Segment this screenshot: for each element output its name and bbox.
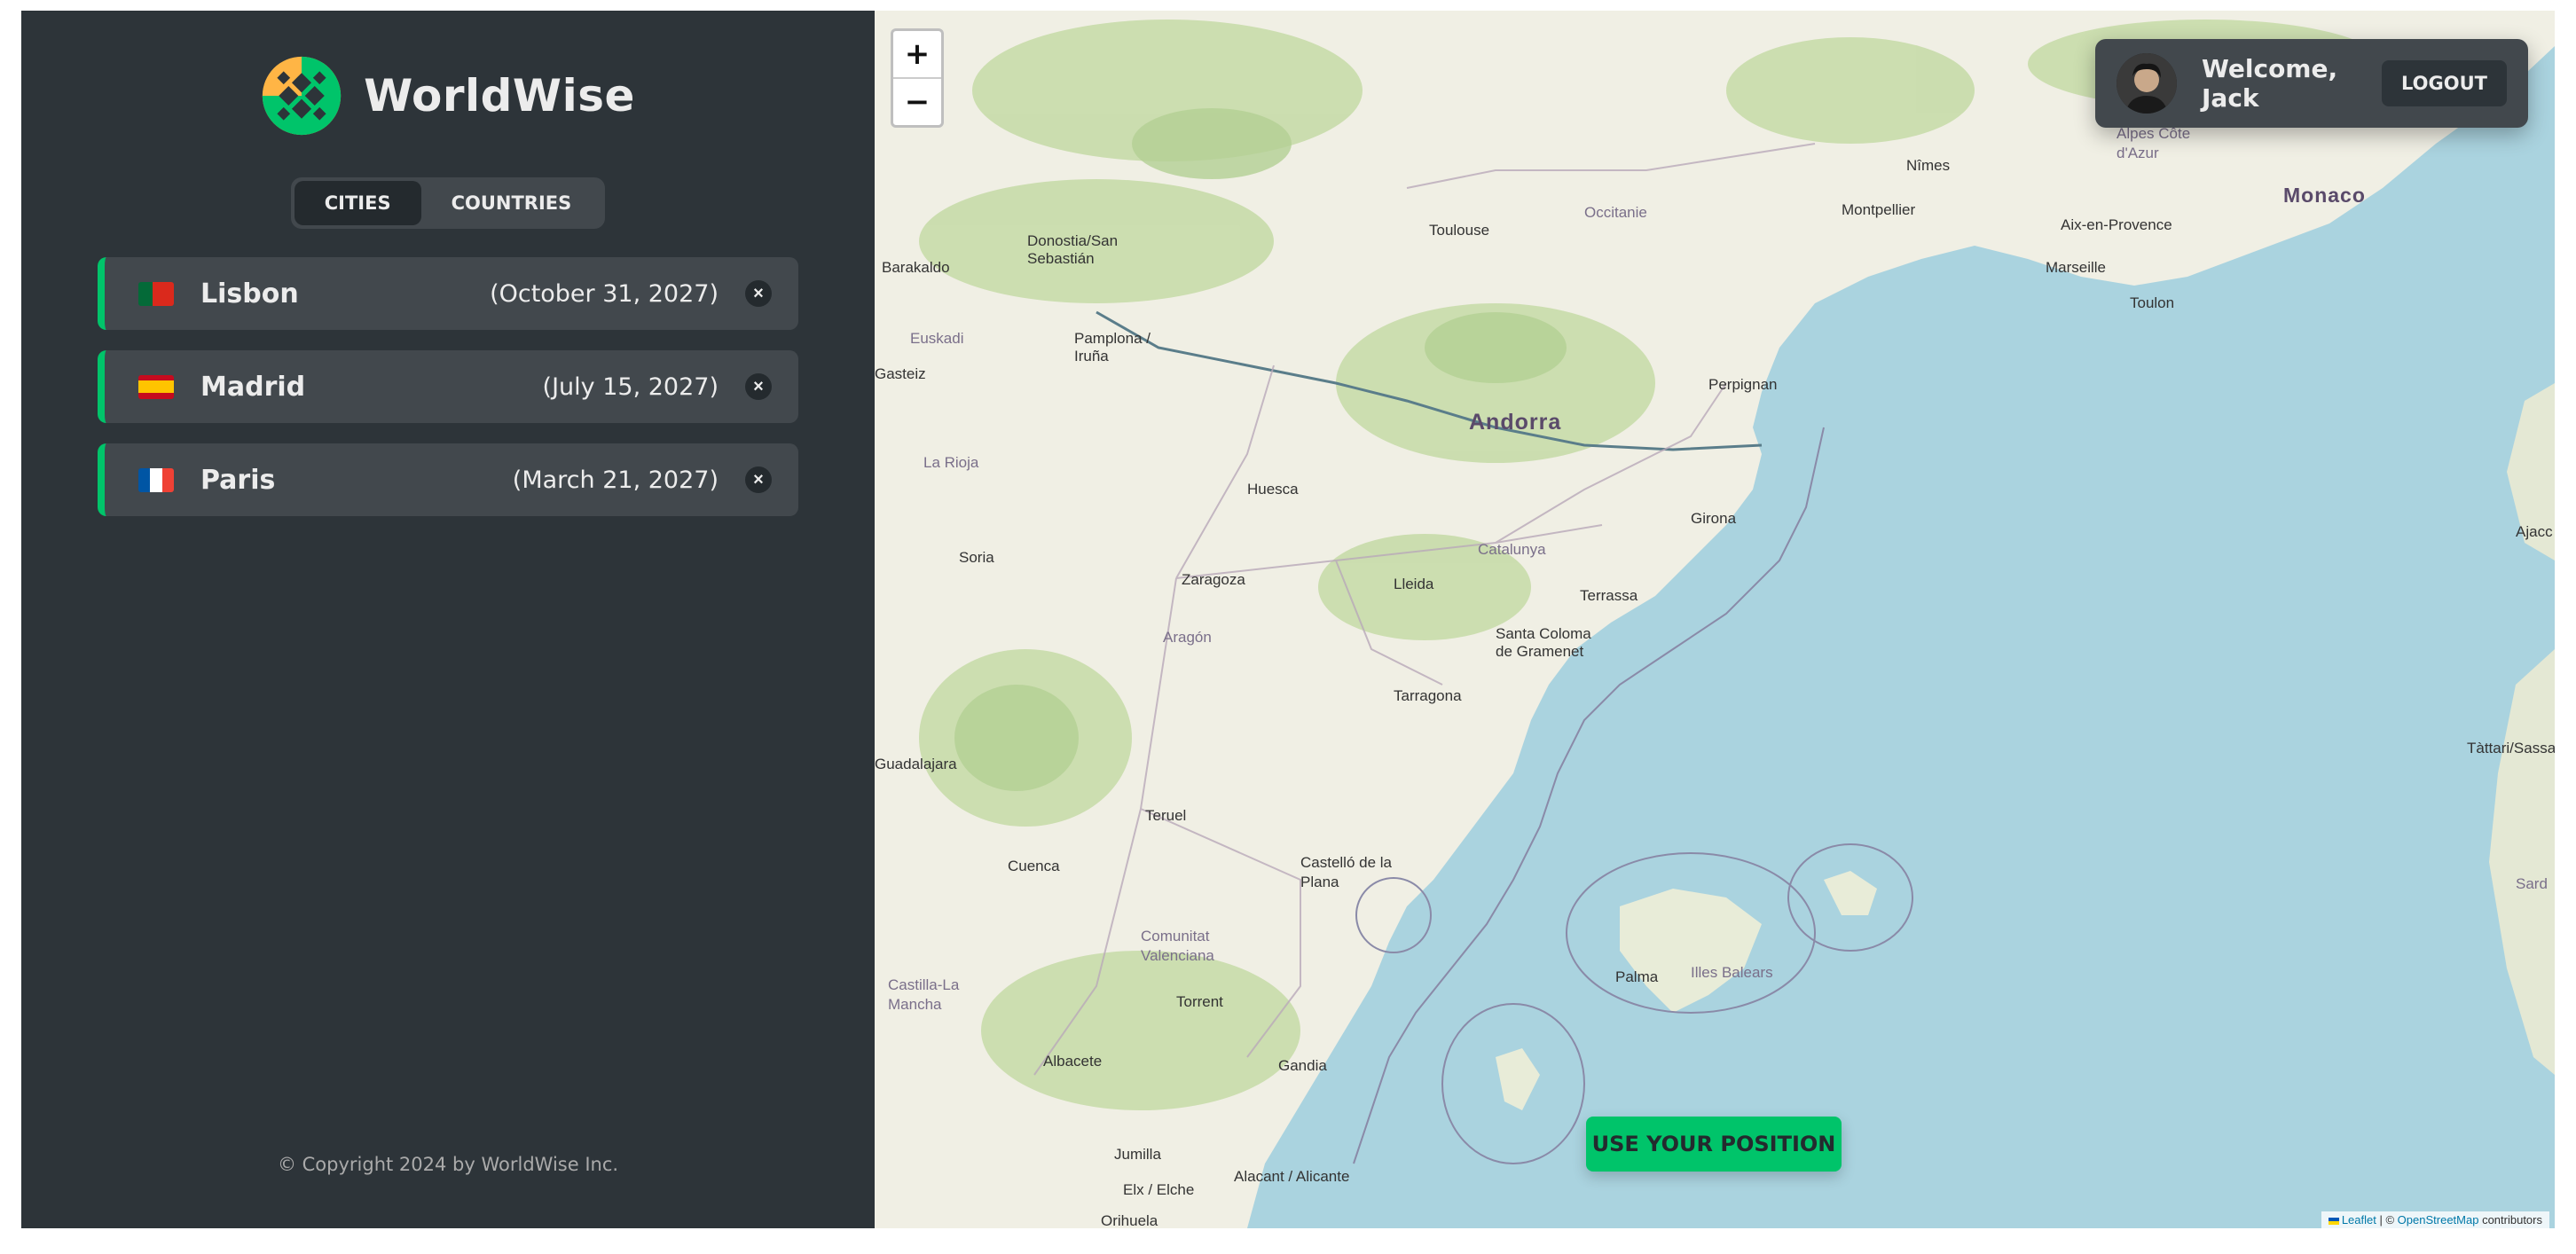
place-label: Terrassa bbox=[1580, 587, 1638, 604]
place-label: Nîmes bbox=[1906, 157, 1951, 174]
zoom-in-button[interactable]: + bbox=[893, 31, 941, 77]
place-label: Girona bbox=[1691, 510, 1737, 527]
portugal-flag-icon bbox=[138, 281, 174, 306]
place-label: Tarragona bbox=[1394, 687, 1462, 704]
map[interactable]: Barakaldo Donostia/San Sebastián Euskadi… bbox=[875, 11, 2555, 1228]
place-label: Toulon bbox=[2130, 294, 2175, 311]
attribution-separator: | © bbox=[2376, 1213, 2398, 1227]
place-label: Elx / Elche bbox=[1123, 1181, 1195, 1198]
delete-city-button[interactable]: × bbox=[745, 373, 772, 400]
copyright: © Copyright 2024 by WorldWise Inc. bbox=[277, 1154, 619, 1175]
region-label: La Rioja bbox=[923, 454, 979, 471]
place-label: Pamplona / Iruña bbox=[1074, 330, 1151, 364]
region-label: Euskadi bbox=[910, 330, 964, 347]
city-date: (March 21, 2027) bbox=[512, 466, 719, 494]
place-label: Castelló de la Plana bbox=[1300, 854, 1393, 890]
city-name: Madrid bbox=[200, 371, 306, 403]
place-label: Alacant / Alicante bbox=[1234, 1168, 1350, 1185]
place-label: Perpignan bbox=[1708, 376, 1778, 393]
city-item-madrid[interactable]: Madrid (July 15, 2027) × bbox=[98, 350, 798, 423]
place-label: Huesca bbox=[1247, 481, 1299, 498]
avatar-portrait-icon bbox=[2117, 53, 2177, 114]
zoom-out-button[interactable]: − bbox=[893, 77, 941, 125]
place-label: Zaragoza bbox=[1182, 571, 1245, 588]
city-item-lisbon[interactable]: Lisbon (October 31, 2027) × bbox=[98, 257, 798, 330]
spain-flag-icon bbox=[138, 374, 174, 399]
place-label: Orihuela bbox=[1101, 1212, 1158, 1228]
region-label: Aragón bbox=[1163, 629, 1212, 646]
place-label: Donostia/San Sebastián bbox=[1027, 232, 1119, 267]
place-label: Gandia bbox=[1278, 1057, 1327, 1074]
app-root: WorldWise CITIES COUNTRIES Lisbon (Octob… bbox=[21, 11, 2555, 1228]
place-label: Tàttari/Sassari bbox=[2467, 740, 2555, 756]
region-label: Comunitat Valenciana bbox=[1141, 928, 1214, 964]
region-label: Alpes Côte d'Azur bbox=[2117, 125, 2191, 161]
city-name: Paris bbox=[200, 464, 276, 496]
place-label: Santa Coloma de Gramenet bbox=[1496, 625, 1591, 660]
city-item-paris[interactable]: Paris (March 21, 2027) × bbox=[98, 443, 798, 516]
place-label: Soria bbox=[959, 549, 994, 566]
leaflet-link[interactable]: Leaflet bbox=[2342, 1213, 2376, 1227]
place-label: Palma bbox=[1615, 968, 1659, 985]
user-avatar bbox=[2117, 53, 2177, 114]
city-date: (July 15, 2027) bbox=[542, 372, 719, 401]
region-label: Catalunya bbox=[1478, 541, 1546, 558]
city-date: (October 31, 2027) bbox=[490, 279, 719, 308]
place-label: Aix-en-Provence bbox=[2061, 216, 2172, 233]
logo[interactable]: WorldWise bbox=[261, 55, 635, 137]
region-label: Sard bbox=[2516, 875, 2548, 892]
logo-text: WorldWise bbox=[364, 70, 635, 121]
place-label: Cuenca bbox=[1008, 858, 1060, 874]
region-label: Occitanie bbox=[1584, 204, 1647, 221]
france-flag-icon bbox=[138, 467, 174, 492]
use-position-button[interactable]: USE YOUR POSITION bbox=[1586, 1117, 1842, 1172]
place-label: Teruel bbox=[1145, 807, 1187, 824]
place-label: Guadalajara bbox=[875, 756, 957, 772]
delete-city-button[interactable]: × bbox=[745, 280, 772, 307]
view-tabs: CITIES COUNTRIES bbox=[290, 177, 606, 229]
place-label: Marseille bbox=[2046, 259, 2107, 276]
logout-button[interactable]: LOGOUT bbox=[2382, 60, 2507, 106]
region-label: Castilla-La Mancha bbox=[888, 976, 960, 1013]
place-label: Andorra bbox=[1469, 410, 1562, 435]
globe-logo-icon bbox=[262, 56, 342, 136]
tab-countries[interactable]: COUNTRIES bbox=[421, 181, 602, 225]
city-name: Lisbon bbox=[200, 278, 299, 310]
openstreetmap-link[interactable]: OpenStreetMap bbox=[2398, 1213, 2479, 1227]
delete-city-button[interactable]: × bbox=[745, 466, 772, 493]
region-label: Illes Balears bbox=[1691, 964, 1773, 981]
place-label: Gasteiz bbox=[875, 365, 926, 382]
place-label: Jumilla bbox=[1114, 1146, 1161, 1163]
map-attribution: Leaflet | © OpenStreetMap contributors bbox=[2321, 1211, 2549, 1228]
place-label: Albacete bbox=[1043, 1053, 1103, 1070]
place-label: Torrent bbox=[1176, 993, 1223, 1010]
city-list: Lisbon (October 31, 2027) × Madrid (July… bbox=[98, 257, 798, 516]
place-label: Ajacc bbox=[2516, 523, 2553, 540]
welcome-text: Welcome, Jack bbox=[2202, 54, 2338, 113]
sidebar: WorldWise CITIES COUNTRIES Lisbon (Octob… bbox=[21, 11, 875, 1228]
ukraine-flag-icon bbox=[2328, 1217, 2339, 1225]
user-panel: Welcome, Jack LOGOUT bbox=[2095, 39, 2528, 128]
place-label: Lleida bbox=[1394, 576, 1434, 592]
place-label: Montpellier bbox=[1842, 201, 1916, 218]
tab-cities[interactable]: CITIES bbox=[294, 181, 421, 225]
place-label: Toulouse bbox=[1429, 222, 1490, 239]
place-label: Barakaldo bbox=[882, 259, 950, 276]
zoom-control: + − bbox=[891, 28, 944, 128]
place-label: Monaco bbox=[2283, 184, 2366, 207]
attribution-suffix: contributors bbox=[2478, 1213, 2542, 1227]
